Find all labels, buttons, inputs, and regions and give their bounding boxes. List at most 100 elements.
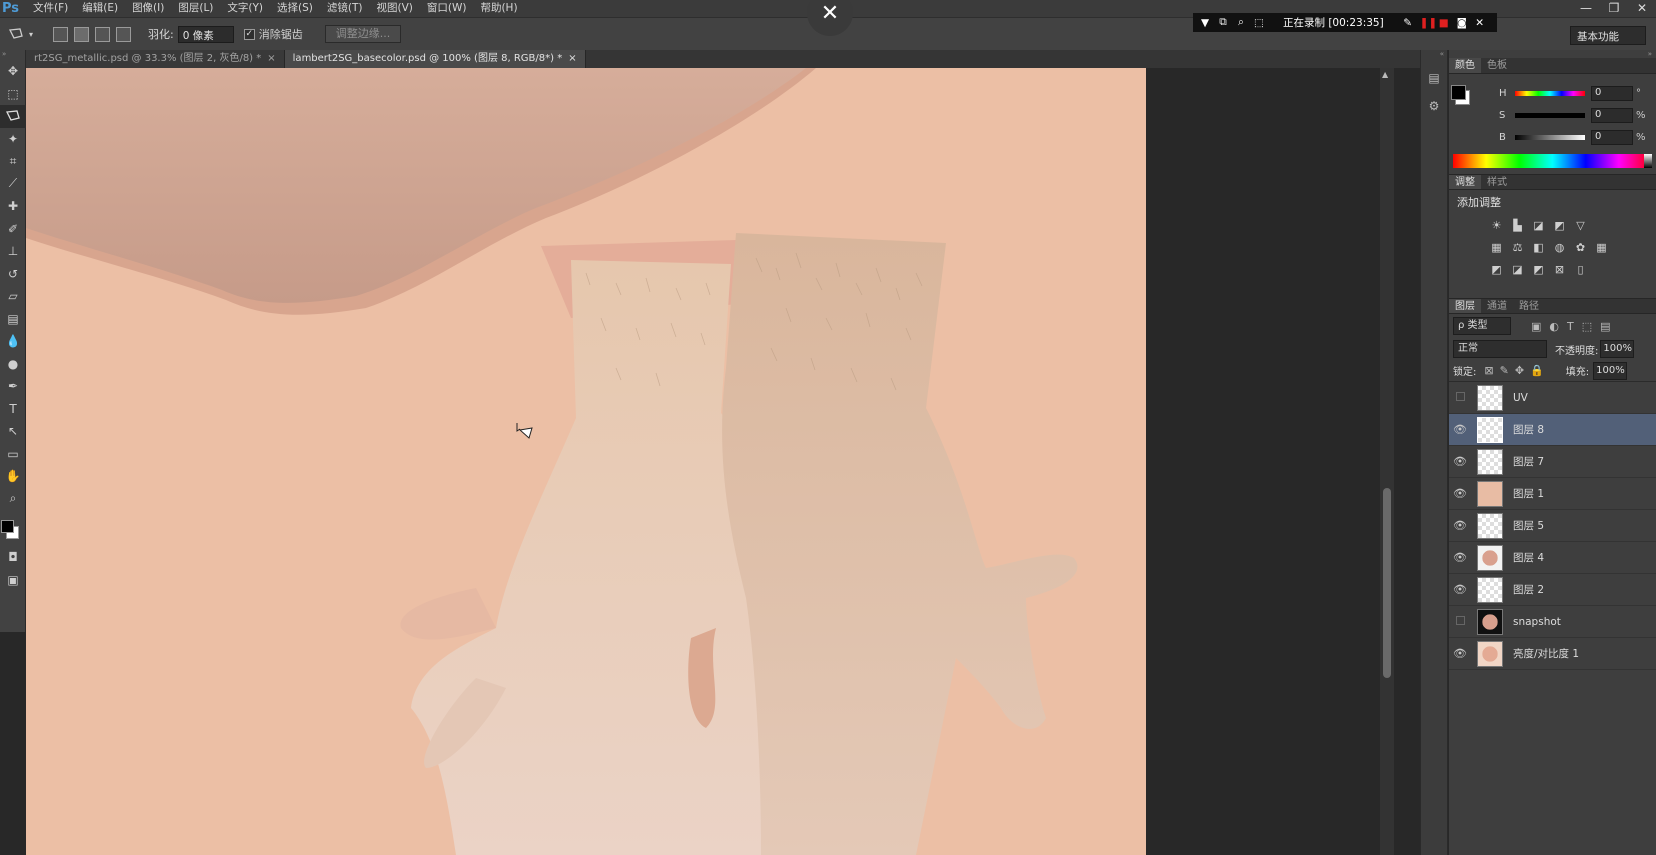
window-icon[interactable]: ⧉ (1217, 16, 1229, 29)
menu-help[interactable]: 帮助(H) (473, 0, 524, 17)
visibility-toggle[interactable] (1449, 615, 1471, 628)
saturation-input[interactable]: 0 (1591, 107, 1633, 123)
screen-mode-icon[interactable]: ▣ (0, 569, 26, 592)
eye-icon[interactable]: 👁 (1449, 583, 1471, 596)
lasso-tool-icon[interactable] (0, 105, 26, 128)
intersect-selection-icon[interactable] (116, 26, 131, 42)
tab-layers[interactable]: 图层 (1449, 299, 1481, 313)
threshold-icon[interactable]: ◩ (1531, 262, 1546, 276)
menu-image[interactable]: 图像(I) (125, 0, 171, 17)
gradient-tool-icon[interactable]: ▤ (0, 308, 26, 331)
new-selection-icon[interactable] (53, 26, 68, 42)
scroll-up-icon[interactable]: ▲ (1382, 70, 1388, 79)
workspace-select[interactable]: 基本功能 (1570, 26, 1646, 45)
menu-type[interactable]: 文字(Y) (220, 0, 270, 17)
layer-row[interactable]: 👁 亮度/对比度 1 (1449, 638, 1656, 670)
history-brush-tool-icon[interactable]: ↺ (0, 263, 26, 286)
close-tab-icon[interactable]: × (267, 53, 275, 64)
collapse-icon[interactable]: « (1421, 50, 1447, 64)
zoom-icon[interactable]: ⌕ (1235, 16, 1247, 29)
hue-input[interactable]: 0 (1591, 85, 1633, 101)
hue-slider[interactable] (1515, 90, 1585, 96)
marquee-tool-icon[interactable]: ⬚ (0, 83, 26, 106)
properties-panel-icon[interactable]: ⚙ (1421, 92, 1447, 120)
invert-icon[interactable]: ◩ (1489, 262, 1504, 276)
chevron-down-icon[interactable]: ▾ (26, 24, 36, 44)
layer-row[interactable]: 👁 图层 8 (1449, 414, 1656, 446)
layer-row[interactable]: 👁 图层 2 (1449, 574, 1656, 606)
menu-layer[interactable]: 图层(L) (171, 0, 220, 17)
add-selection-icon[interactable] (74, 26, 89, 42)
hand-tool-icon[interactable]: ✋ (0, 465, 26, 488)
region-icon[interactable]: ⬚ (1253, 17, 1265, 29)
layer-row[interactable]: 👁 图层 7 (1449, 446, 1656, 478)
visibility-toggle[interactable] (1449, 391, 1471, 404)
layer-row[interactable]: 👁 图层 1 (1449, 478, 1656, 510)
layer-row[interactable]: 👁 图层 4 (1449, 542, 1656, 574)
selective-color-icon[interactable]: ⊠ (1552, 262, 1567, 276)
pen-icon[interactable]: ✎ (1402, 17, 1414, 29)
tab-metallic[interactable]: rt2SG_metallic.psd @ 33.3% (图层 2, 灰色/8) … (26, 50, 285, 68)
filter-type-icon[interactable]: T (1567, 320, 1574, 333)
collapse-icon[interactable]: » (1449, 50, 1656, 58)
shape-tool-icon[interactable]: ▭ (0, 443, 26, 466)
opacity-input[interactable]: 100% (1600, 340, 1635, 358)
eye-icon[interactable]: 👁 (1449, 487, 1471, 500)
pen-tool-icon[interactable]: ✒ (0, 375, 26, 398)
saturation-slider[interactable] (1515, 112, 1585, 118)
exposure-icon[interactable]: ◩ (1552, 218, 1567, 232)
stop-icon[interactable]: ■ (1438, 17, 1450, 29)
magic-wand-tool-icon[interactable]: ✦ (0, 128, 26, 151)
black-white-icon[interactable]: ◧ (1531, 240, 1546, 254)
layer-row[interactable]: 👁 图层 5 (1449, 510, 1656, 542)
zoom-tool-icon[interactable]: ⌕ (0, 488, 26, 511)
tab-channels[interactable]: 通道 (1481, 299, 1513, 313)
curves-icon[interactable]: ◪ (1531, 218, 1546, 232)
menu-view[interactable]: 视图(V) (369, 0, 419, 17)
eye-icon[interactable]: 👁 (1449, 519, 1471, 532)
brightness-input[interactable]: 0 (1591, 129, 1633, 145)
color-balance-icon[interactable]: ⚖ (1510, 240, 1525, 254)
vertical-scrollbar[interactable]: ▲ (1380, 68, 1394, 855)
posterize-icon[interactable]: ◪ (1510, 262, 1525, 276)
path-selection-tool-icon[interactable]: ↖ (0, 420, 26, 443)
lock-position-icon[interactable]: ✥ (1515, 364, 1524, 377)
foreground-color-swatch[interactable] (1, 520, 14, 533)
dropdown-icon[interactable]: ▼ (1199, 17, 1211, 29)
menu-file[interactable]: 文件(F) (26, 0, 75, 17)
feather-input[interactable]: 0 像素 (177, 25, 234, 43)
close-recorder-icon[interactable]: ✕ (1474, 17, 1486, 29)
quick-mask-icon[interactable]: ◘ (0, 546, 26, 569)
menu-select[interactable]: 选择(S) (270, 0, 320, 17)
blur-tool-icon[interactable]: 💧 (0, 330, 26, 353)
crop-tool-icon[interactable]: ⌗ (0, 150, 26, 173)
filter-pixel-icon[interactable]: ▣ (1531, 320, 1541, 333)
brush-tool-icon[interactable]: ✐ (0, 218, 26, 241)
refine-edge-button[interactable]: 调整边缘... (324, 25, 402, 43)
fill-input[interactable]: 100% (1593, 361, 1628, 380)
brightness-slider[interactable] (1515, 134, 1585, 140)
layer-row[interactable]: snapshot (1449, 606, 1656, 638)
vibrance-icon[interactable]: ▽ (1573, 218, 1588, 232)
close-tab-icon[interactable]: × (568, 53, 576, 64)
layer-row[interactable]: UV (1449, 382, 1656, 414)
layer-filter-select[interactable]: ρ 类型 (1453, 317, 1511, 335)
eraser-tool-icon[interactable]: ▱ (0, 285, 26, 308)
gradient-map-icon[interactable]: ▯ (1573, 262, 1588, 276)
type-tool-icon[interactable]: T (0, 398, 26, 421)
eye-icon[interactable]: 👁 (1449, 423, 1471, 436)
brightness-contrast-icon[interactable]: ☀ (1489, 218, 1504, 232)
tab-color[interactable]: 颜色 (1449, 58, 1481, 73)
menu-edit[interactable]: 编辑(E) (75, 0, 125, 17)
restore-button[interactable]: ❐ (1600, 0, 1628, 17)
dodge-tool-icon[interactable]: ● (0, 353, 26, 376)
canvas-area[interactable] (26, 68, 1420, 855)
antialias-option[interactable]: ✓ 消除锯齿 (243, 26, 303, 42)
move-tool-icon[interactable]: ✥ (0, 60, 26, 83)
collapse-icon[interactable]: » (0, 50, 25, 60)
menu-filter[interactable]: 滤镜(T) (320, 0, 370, 17)
history-panel-icon[interactable]: ▤ (1421, 64, 1447, 92)
tab-swatches[interactable]: 色板 (1481, 58, 1513, 73)
filter-smart-icon[interactable]: ▤ (1600, 320, 1610, 333)
channel-mixer-icon[interactable]: ✿ (1573, 240, 1588, 254)
